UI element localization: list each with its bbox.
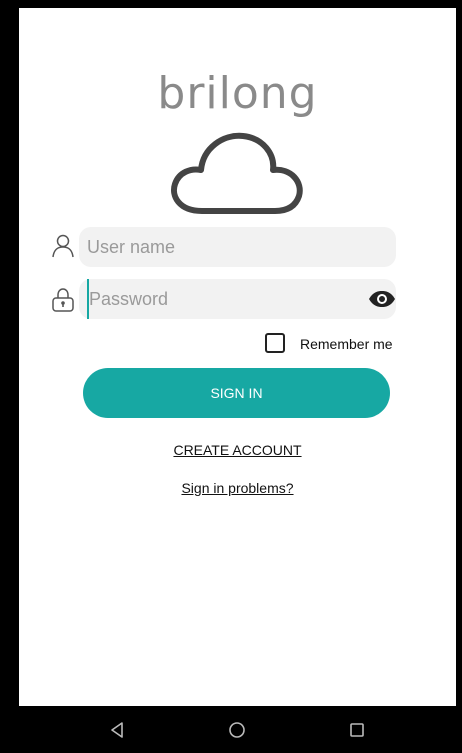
username-input[interactable] (79, 227, 347, 267)
brand-logo: brilong (19, 68, 456, 119)
password-input[interactable] (87, 279, 339, 319)
back-triangle-icon[interactable] (105, 718, 129, 742)
lock-icon (52, 288, 74, 312)
remember-me-checkbox[interactable] (265, 333, 285, 353)
sign-in-problems-link[interactable]: Sign in problems? (19, 480, 456, 496)
cloud-icon (171, 132, 303, 214)
remember-me-label: Remember me (300, 336, 393, 352)
recents-square-icon[interactable] (345, 718, 369, 742)
person-icon (52, 234, 74, 258)
login-screen: brilong Remember me SIGN IN CREATE ACCOU… (19, 8, 456, 706)
system-nav-bar (19, 706, 456, 753)
password-field[interactable] (79, 279, 396, 319)
sign-in-button[interactable]: SIGN IN (83, 368, 390, 418)
eye-icon[interactable] (368, 290, 396, 308)
brand-logo-text: brilong (157, 68, 318, 119)
create-account-link[interactable]: CREATE ACCOUNT (19, 442, 456, 458)
username-field[interactable] (79, 227, 396, 267)
home-circle-icon[interactable] (225, 718, 249, 742)
